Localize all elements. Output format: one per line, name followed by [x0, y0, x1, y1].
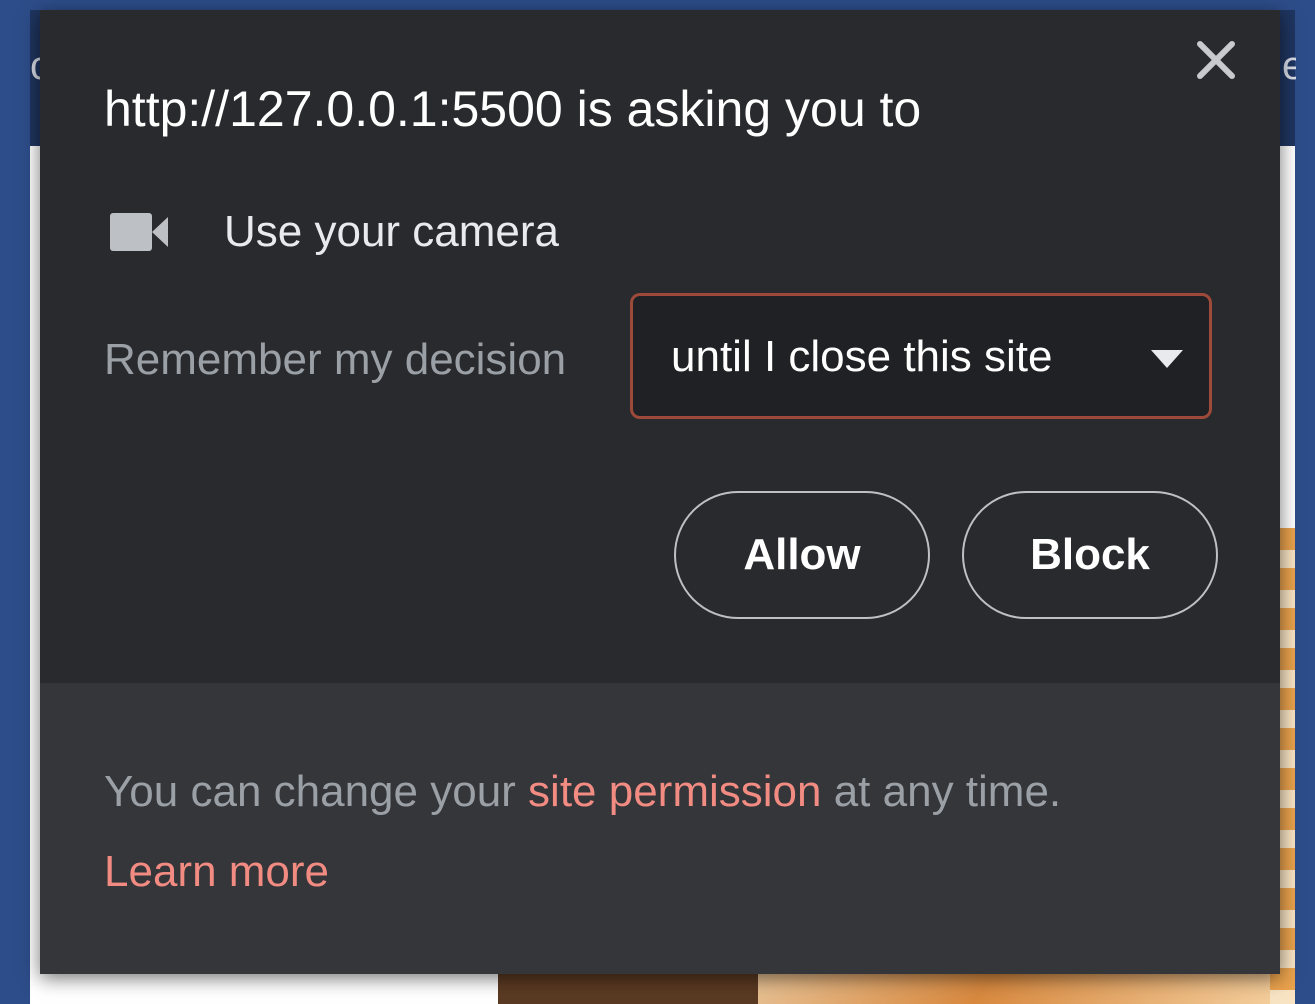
- footer-text: You can change your site permission at a…: [104, 763, 1061, 821]
- footer-text-before: You can change your: [104, 767, 529, 816]
- site-permission-link[interactable]: site permission: [528, 767, 821, 816]
- dialog-footer: You can change your site permission at a…: [40, 683, 1280, 974]
- permission-row: Use your camera: [110, 196, 559, 268]
- close-button[interactable]: [1190, 34, 1242, 86]
- close-icon: [1197, 41, 1235, 79]
- background-text-fragment: e: [1282, 44, 1296, 88]
- select-value: until I close this site: [671, 332, 1053, 381]
- permission-label: Use your camera: [224, 207, 560, 256]
- learn-more-link[interactable]: Learn more: [104, 843, 329, 901]
- permission-dialog: http://127.0.0.1:5500 is asking you to U…: [40, 10, 1280, 974]
- caret-down-icon: [1151, 350, 1183, 368]
- camera-icon: [110, 213, 168, 251]
- footer-text-after: at any time.: [821, 767, 1062, 816]
- remember-decision-label: Remember my decision: [104, 335, 567, 384]
- dialog-title: http://127.0.0.1:5500 is asking you to: [104, 81, 922, 137]
- remember-decision-select[interactable]: until I close this site: [630, 293, 1212, 419]
- block-button[interactable]: Block: [962, 491, 1218, 619]
- allow-button[interactable]: Allow: [674, 491, 930, 619]
